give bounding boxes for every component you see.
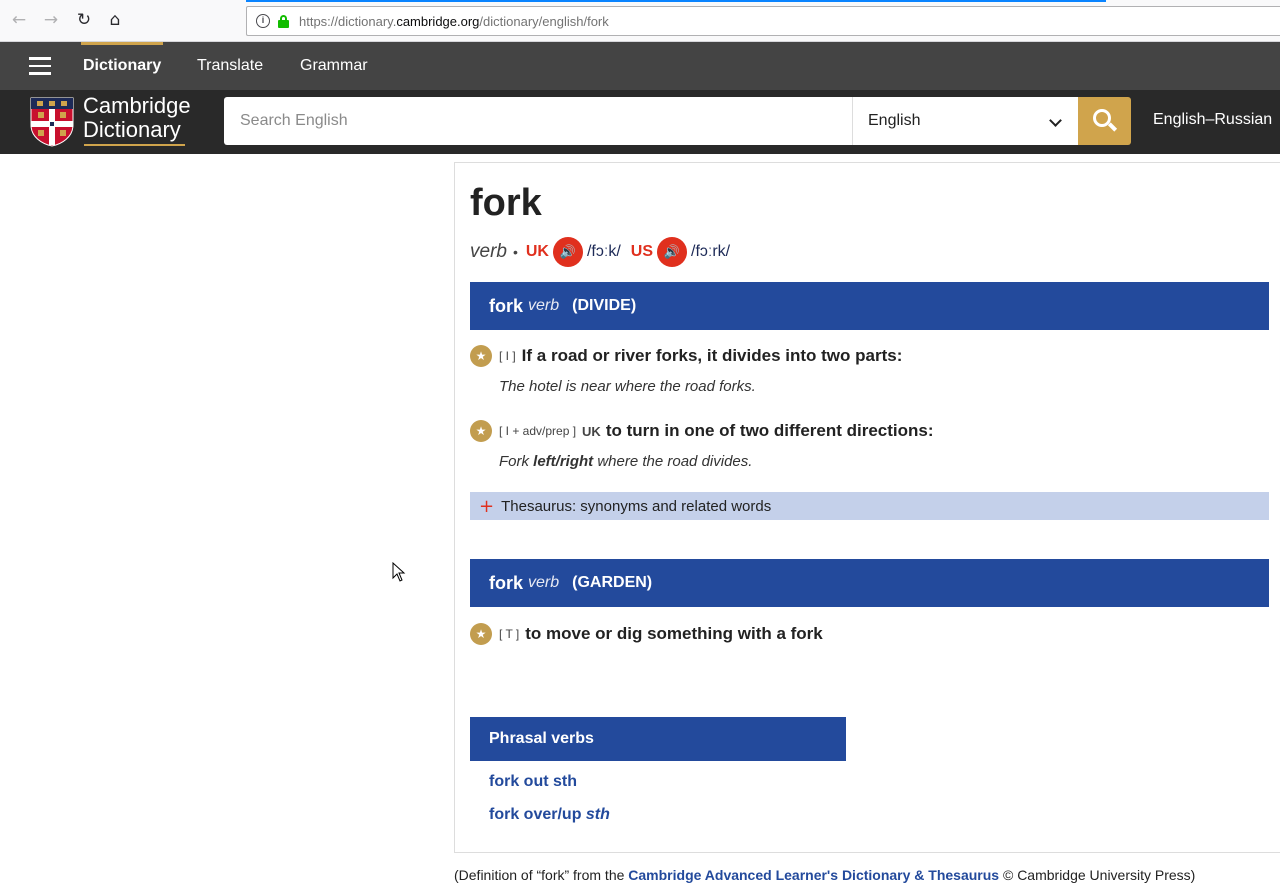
page-info-icon[interactable]: i	[256, 14, 270, 28]
star-icon[interactable]: ★	[470, 623, 492, 645]
sense-header-garden: fork verb (GARDEN)	[470, 559, 1269, 607]
star-icon[interactable]: ★	[470, 420, 492, 442]
us-audio-speaker-icon[interactable]: 🔊	[657, 237, 687, 267]
phrasal-verb-text: fork out sth	[489, 773, 577, 790]
source-link[interactable]: Cambridge Advanced Learner's Dictionary …	[628, 867, 999, 883]
part-of-speech: verb	[470, 241, 507, 262]
definition-source-note: (Definition of “fork” from the Cambridge…	[454, 867, 1195, 883]
uk-ipa: /fɔːk/	[586, 243, 621, 260]
top-navigation: Dictionary Translate Grammar	[0, 42, 1280, 90]
phrasal-verb-object: sth	[585, 806, 610, 823]
separator-dot: •	[512, 244, 518, 260]
page-title: fork	[470, 182, 542, 224]
back-arrow-icon[interactable]: ←	[8, 9, 30, 31]
thesaurus-label: Thesaurus: synonyms and related words	[501, 497, 772, 515]
sense-pos: verb	[528, 574, 560, 591]
site-logo[interactable]: Cambridge Dictionary	[83, 94, 191, 142]
reload-icon[interactable]: ↻	[73, 9, 95, 31]
logo-underline	[84, 144, 185, 146]
url-domain: cambridge.org	[396, 14, 480, 29]
dictionary-selector-link[interactable]: English–Russian	[1153, 111, 1272, 129]
logo-line-2: Dictionary	[83, 117, 181, 142]
region-label: UK	[582, 423, 601, 439]
browser-toolbar: ← → ↻ ⌂ i https://dictionary.cambridge.o…	[0, 0, 1280, 42]
sense-pos: verb	[528, 297, 560, 314]
search-input[interactable]	[224, 97, 852, 145]
definition-row: ★ [ T ] to move or dig something with a …	[470, 623, 823, 645]
logo-line-1: Cambridge	[83, 93, 191, 118]
url-text[interactable]: https://dictionary.cambridge.org/diction…	[299, 14, 609, 29]
page-load-progress	[246, 0, 1106, 2]
definition-text: If a road or river forks, it divides int…	[521, 346, 903, 365]
sense-headword: fork	[489, 295, 524, 316]
sense-guideword: (GARDEN)	[572, 574, 653, 591]
example-sentence: Fork left/right where the road divides.	[499, 453, 752, 470]
definition-row: ★ [ I + adv/prep ] UK to turn in one of …	[470, 420, 934, 442]
pronunciation-row: verb • UK 🔊 /fɔːk/ US 🔊 /fɔːrk/	[470, 237, 740, 267]
definition-row: ★ [ I ] If a road or river forks, it div…	[470, 345, 902, 367]
grammar-code: [ I + adv/prep ]	[499, 424, 577, 438]
source-pre: (Definition of “fork” from the	[454, 867, 629, 883]
uk-audio-speaker-icon[interactable]: 🔊	[552, 237, 583, 267]
example-bold: left/right	[533, 453, 594, 470]
star-icon[interactable]: ★	[470, 345, 492, 367]
example-sentence: The hotel is near where the road forks.	[499, 378, 756, 395]
phrasal-verb-text: fork over/up	[489, 806, 586, 823]
plus-icon: +	[479, 495, 495, 517]
cambridge-crest-icon[interactable]	[30, 97, 74, 147]
site-header: Cambridge Dictionary English English–Rus…	[0, 90, 1280, 154]
url-path: /dictionary/english/fork	[479, 14, 609, 29]
search-button[interactable]	[1078, 97, 1131, 145]
phrasal-verb-link[interactable]: fork out sth	[489, 773, 577, 791]
chevron-down-icon	[1049, 114, 1062, 127]
menu-icon[interactable]	[29, 57, 51, 75]
definition-text: to turn in one of two different directio…	[605, 421, 934, 440]
address-bar[interactable]: i https://dictionary.cambridge.org/dicti…	[246, 6, 1280, 36]
sense-guideword: (DIVIDE)	[572, 297, 637, 314]
search-box	[224, 97, 852, 145]
phrasal-verbs-header: Phrasal verbs	[470, 717, 846, 761]
us-label: US	[630, 243, 653, 260]
sense-headword: fork	[489, 572, 524, 593]
mouse-cursor-icon	[392, 562, 406, 582]
example-part: where the road divides.	[593, 453, 753, 470]
language-value: English	[868, 112, 921, 129]
tab-dictionary[interactable]: Dictionary	[80, 42, 164, 90]
sense-header-divide: fork verb (DIVIDE)	[470, 282, 1269, 330]
source-post: © Cambridge University Press)	[999, 867, 1196, 883]
lock-icon	[278, 15, 289, 28]
url-prefix: https://dictionary.	[299, 14, 397, 29]
phrasal-verb-link[interactable]: fork over/up sth	[489, 806, 610, 824]
grammar-code: [ I ]	[499, 349, 516, 363]
us-ipa: /fɔːrk/	[691, 243, 731, 260]
home-icon[interactable]: ⌂	[104, 9, 126, 31]
example-part: Fork	[499, 453, 534, 470]
tab-translate[interactable]: Translate	[197, 42, 263, 90]
grammar-code: [ T ]	[499, 627, 520, 641]
uk-label: UK	[525, 243, 549, 260]
thesaurus-toggle[interactable]: + Thesaurus: synonyms and related words	[470, 492, 1269, 520]
tab-grammar[interactable]: Grammar	[300, 42, 368, 90]
forward-arrow-icon[interactable]: →	[40, 9, 62, 31]
language-select[interactable]: English	[852, 97, 1078, 145]
definition-text: to move or dig something with a fork	[525, 624, 823, 643]
